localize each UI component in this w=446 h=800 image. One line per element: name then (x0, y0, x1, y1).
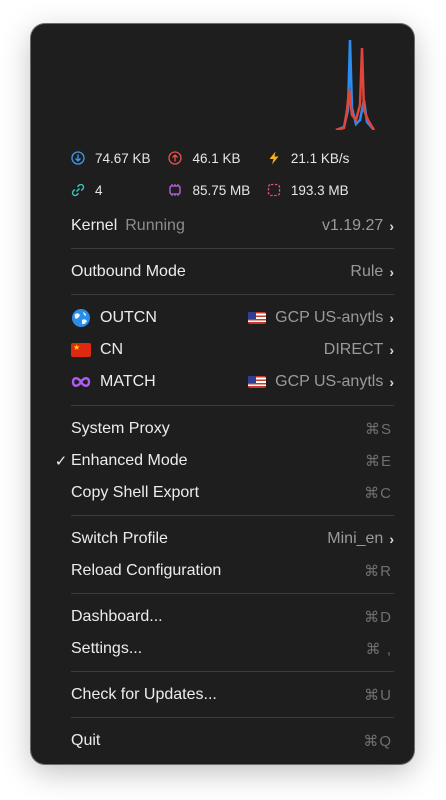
quit-item[interactable]: Quit ⌘Q (51, 726, 394, 756)
copy-shell-export-item[interactable]: Copy Shell Export ⌘C (51, 478, 394, 508)
kernel-item[interactable]: Kernel Running v1.19.27 › (51, 211, 394, 241)
proxy-group-value: GCP US-anytls (275, 309, 384, 326)
kernel-status: Running (125, 217, 185, 234)
upload-stat: 46.1 KB (168, 151, 266, 166)
proxy-group-name: CN (100, 341, 124, 358)
switch-profile-label: Switch Profile (71, 530, 168, 547)
outbound-mode-label: Outbound Mode (71, 263, 186, 280)
chevron-right-icon: › (389, 342, 394, 358)
dashboard-item[interactable]: Dashboard... ⌘D (51, 602, 394, 632)
divider (71, 515, 394, 516)
outbound-mode-value: Rule (350, 263, 384, 280)
total-stat: 193.3 MB (267, 183, 371, 198)
enhanced-mode-item[interactable]: ✓ Enhanced Mode ⌘E (51, 446, 394, 476)
speed-stat: 21.1 KB/s (267, 151, 371, 166)
divider (71, 294, 394, 295)
chip-icon (168, 183, 182, 197)
proxy-group-value: DIRECT (323, 341, 384, 358)
dashboard-shortcut: ⌘D (364, 609, 392, 626)
chevron-right-icon: › (389, 374, 394, 390)
reload-configuration-shortcut: ⌘R (364, 563, 392, 580)
check-for-updates-label: Check for Updates... (71, 686, 217, 703)
system-proxy-shortcut: ⌘S (364, 421, 392, 438)
check-for-updates-shortcut: ⌘U (364, 687, 392, 704)
us-flag-icon (248, 312, 267, 324)
proxy-group-cn[interactable]: ★ CN DIRECT › (51, 335, 394, 365)
proxy-group-match[interactable]: MATCH GCP US-anytls › (51, 367, 394, 397)
settings-item[interactable]: Settings... ⌘ , (51, 634, 394, 664)
copy-shell-export-shortcut: ⌘C (364, 485, 392, 502)
quit-shortcut: ⌘Q (363, 733, 392, 750)
outbound-mode-item[interactable]: Outbound Mode Rule › (51, 257, 394, 287)
memory-stat: 85.75 MB (168, 183, 266, 198)
enhanced-mode-label: Enhanced Mode (71, 452, 188, 469)
download-stat: 74.67 KB (71, 151, 168, 166)
total-value: 193.3 MB (290, 182, 349, 198)
divider (71, 671, 394, 672)
check-for-updates-item[interactable]: Check for Updates... ⌘U (51, 680, 394, 710)
switch-profile-value: Mini_en (327, 530, 384, 547)
proxy-group-name: MATCH (100, 373, 156, 390)
chevron-right-icon: › (389, 264, 394, 280)
reload-configuration-label: Reload Configuration (71, 562, 222, 579)
dashed-square-icon (267, 183, 281, 197)
copy-shell-export-label: Copy Shell Export (71, 484, 200, 501)
link-icon (71, 183, 85, 197)
upload-value: 46.1 KB (192, 150, 241, 166)
traffic-graph (335, 39, 376, 130)
chevron-right-icon: › (389, 310, 394, 326)
us-flag-icon (248, 376, 267, 388)
connections-stat: 4 (71, 183, 168, 198)
divider (71, 717, 394, 718)
arrow-down-circle-icon (71, 151, 85, 165)
quit-label: Quit (71, 732, 101, 749)
traffic-stats: 74.67 KB 46.1 KB 21.1 KB/s 4 85.75 MB 19… (71, 142, 371, 206)
kernel-label: Kernel (71, 217, 118, 234)
divider (71, 405, 394, 406)
lightning-icon (267, 151, 281, 165)
proxy-group-outcn[interactable]: OUTCN GCP US-anytls › (51, 303, 394, 333)
download-value: 74.67 KB (95, 150, 151, 166)
kernel-version: v1.19.27 (321, 217, 384, 234)
chevron-right-icon: › (389, 531, 394, 547)
arrow-up-circle-icon (168, 151, 183, 165)
dashboard-label: Dashboard... (71, 608, 163, 625)
divider (71, 248, 394, 249)
globe-icon (71, 308, 91, 328)
switch-profile-item[interactable]: Switch Profile Mini_en › (51, 524, 394, 554)
status-menu: 74.67 KB 46.1 KB 21.1 KB/s 4 85.75 MB 19… (31, 24, 414, 764)
divider (71, 593, 394, 594)
system-proxy-item[interactable]: System Proxy ⌘S (51, 414, 394, 444)
memory-value: 85.75 MB (192, 182, 251, 198)
connections-value: 4 (95, 182, 103, 198)
settings-shortcut: ⌘ , (365, 641, 392, 658)
checkmark-icon: ✓ (54, 453, 68, 470)
infinity-icon (71, 372, 91, 392)
proxy-group-value: GCP US-anytls (275, 373, 384, 390)
system-proxy-label: System Proxy (71, 420, 170, 437)
settings-label: Settings... (71, 640, 143, 657)
enhanced-mode-shortcut: ⌘E (364, 453, 392, 470)
proxy-group-name: OUTCN (100, 309, 157, 326)
cn-flag-icon: ★ (71, 340, 91, 360)
reload-configuration-item[interactable]: Reload Configuration ⌘R (51, 556, 394, 586)
speed-value: 21.1 KB/s (290, 150, 350, 166)
chevron-right-icon: › (389, 218, 394, 234)
